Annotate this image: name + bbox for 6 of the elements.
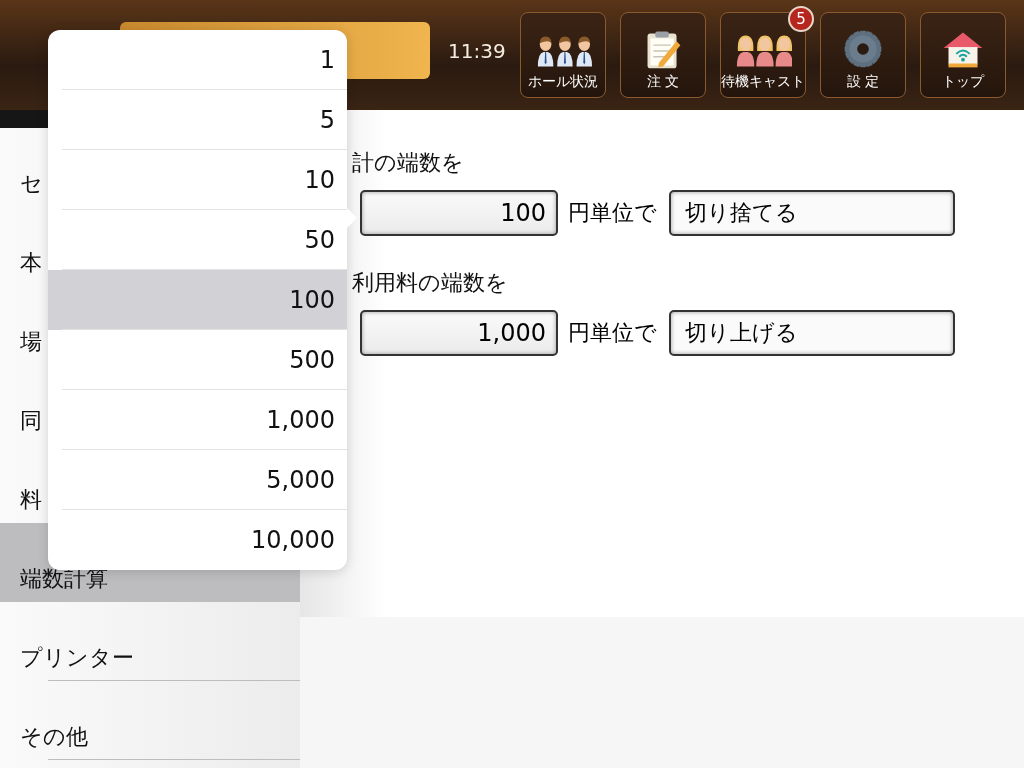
section-label: 計の端数を — [352, 149, 465, 177]
count-badge: 5 — [788, 6, 814, 32]
section-label: 利用料の端数を — [352, 269, 509, 297]
clock-time: 11:39 — [448, 39, 507, 63]
unit-label: 円単位で — [568, 199, 657, 227]
unit-label: 円単位で — [568, 319, 657, 347]
